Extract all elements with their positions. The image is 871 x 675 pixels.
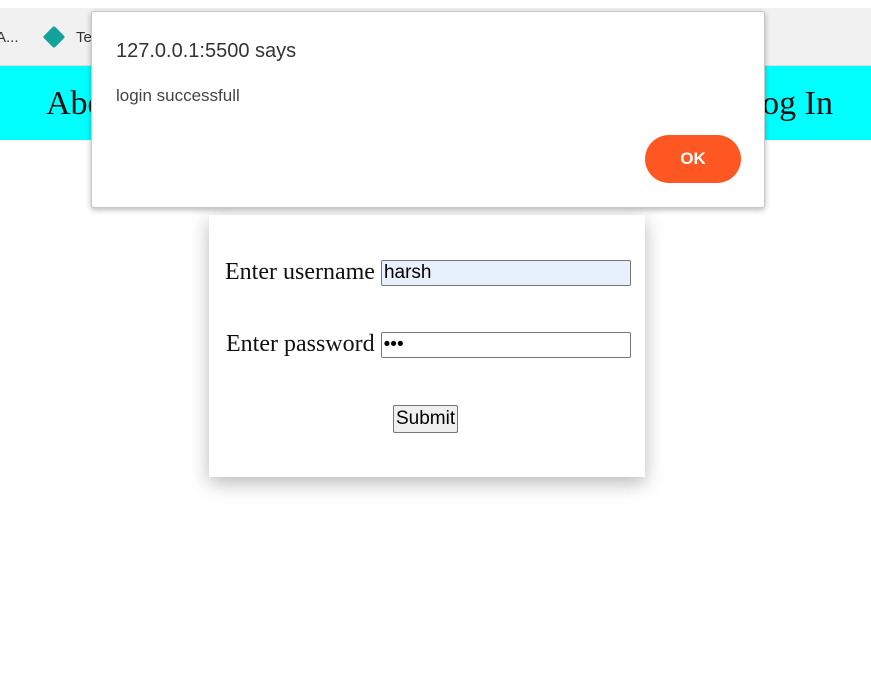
alert-message: login successfull bbox=[116, 86, 240, 105]
bookmark-label: Te bbox=[76, 28, 92, 46]
diamond-icon bbox=[42, 25, 66, 49]
username-input[interactable] bbox=[380, 259, 631, 286]
username-label: Enter username bbox=[225, 259, 375, 285]
tab-strip-edge bbox=[0, 0, 871, 8]
alert-title: 127.0.0.1:5500 says bbox=[116, 40, 297, 62]
bookmark-item[interactable]: Te bbox=[42, 22, 92, 52]
password-row: Enter password bbox=[225, 331, 631, 358]
password-input[interactable] bbox=[380, 331, 631, 358]
submit-button[interactable]: Submit bbox=[393, 405, 459, 433]
nav-link-login[interactable]: og In bbox=[762, 84, 833, 124]
password-label: Enter password bbox=[226, 331, 375, 357]
username-row: Enter username bbox=[225, 259, 631, 286]
alert-dialog: 127.0.0.1:5500 says login successfull OK bbox=[91, 11, 765, 208]
ok-button[interactable]: OK bbox=[645, 135, 741, 183]
login-form: Enter username Enter password Submit bbox=[209, 215, 645, 477]
bookmark-label: A... bbox=[0, 28, 19, 46]
bookmark-item[interactable]: A... bbox=[0, 22, 19, 52]
